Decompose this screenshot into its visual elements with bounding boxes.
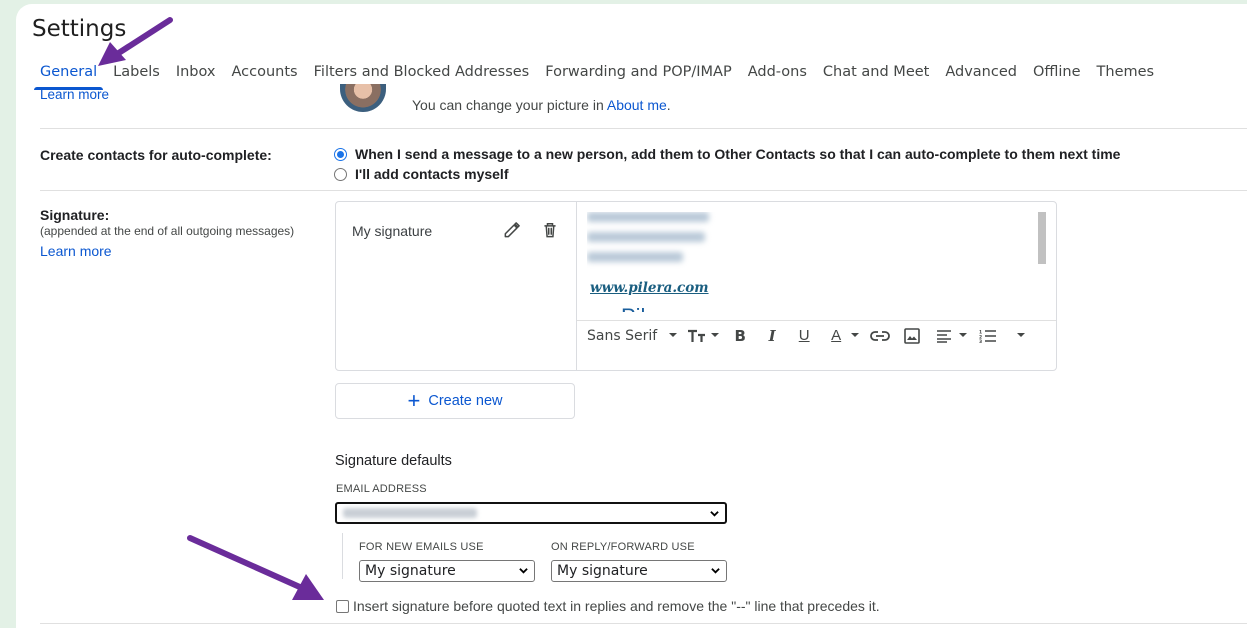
chevron-down-icon[interactable] <box>711 332 720 337</box>
insert-before-quoted-checkbox[interactable] <box>336 599 349 613</box>
signature-logo: Pilera <box>591 304 677 312</box>
link-icon[interactable] <box>869 325 891 347</box>
autocomplete-option-manual-label: I'll add contacts myself <box>355 166 509 182</box>
signature-learn-more-link[interactable]: Learn more <box>40 243 112 259</box>
insert-before-quoted-label: Insert signature before quoted text in r… <box>353 598 880 614</box>
create-new-signature-button[interactable]: + Create new <box>335 383 575 419</box>
tab-offline[interactable]: Offline <box>1033 60 1081 90</box>
new-emails-label: FOR NEW EMAILS USE <box>359 541 484 553</box>
tab-labels[interactable]: Labels <box>113 60 160 90</box>
blurred-company <box>587 232 705 242</box>
reply-forward-signature-value: My signature <box>557 563 648 579</box>
font-family-select[interactable]: Sans Serif <box>587 328 657 344</box>
signature-website-link[interactable]: www.pilera.com <box>590 280 709 296</box>
signature-editor-box: My signature www.pilera.com Sans Serif B… <box>335 201 1057 371</box>
change-picture-label: You can change your picture in <box>412 97 607 113</box>
change-picture-period: . <box>666 97 671 113</box>
signature-defaults-title: Signature defaults <box>335 453 452 469</box>
logo-text: Pilera <box>621 304 677 312</box>
insert-before-quoted-option[interactable]: Insert signature before quoted text in r… <box>336 598 880 614</box>
blurred-name <box>587 212 709 222</box>
signature-editor[interactable]: www.pilera.com Pilera Sans Serif <box>577 202 1056 370</box>
radio-auto-complete[interactable] <box>334 147 347 161</box>
create-new-label: Create new <box>428 393 503 409</box>
image-icon[interactable] <box>901 325 923 347</box>
settings-content: Learn more You can change your picture i… <box>16 84 1247 628</box>
change-picture-text: You can change your picture in About me. <box>412 97 671 113</box>
autocomplete-label: Create contacts for auto-complete: <box>40 147 272 163</box>
divider <box>40 190 1247 191</box>
editor-scrollbar[interactable] <box>1038 212 1046 264</box>
settings-panel: Settings General Labels Inbox Accounts F… <box>16 4 1247 628</box>
about-me-link[interactable]: About me <box>607 97 667 113</box>
autocomplete-option-auto-label: When I send a message to a new person, a… <box>355 146 1121 162</box>
new-emails-signature-value: My signature <box>365 563 456 579</box>
reply-forward-signature-select[interactable]: My signature <box>551 560 727 582</box>
signature-list: My signature <box>336 202 577 370</box>
svg-text:3: 3 <box>979 339 982 343</box>
bold-icon[interactable]: B <box>729 325 751 347</box>
text-size-icon[interactable] <box>687 325 707 347</box>
avatar[interactable] <box>340 84 386 112</box>
pencil-icon[interactable] <box>502 220 522 240</box>
chevron-down-icon <box>710 511 719 517</box>
numbered-list-icon[interactable]: 123 <box>977 325 999 347</box>
plus-icon: + <box>407 388 421 413</box>
chevron-down-icon <box>711 568 720 574</box>
pilera-logo-icon <box>591 306 617 312</box>
autocomplete-option-manual[interactable]: I'll add contacts myself <box>334 166 509 182</box>
formatting-toolbar: Sans Serif B I U A 1 2 3 <box>577 320 1056 350</box>
signature-content[interactable]: www.pilera.com Pilera <box>587 212 1037 312</box>
text-color-icon[interactable]: A <box>825 325 847 347</box>
signature-item-name[interactable]: My signature <box>352 223 432 239</box>
settings-tabs: General Labels Inbox Accounts Filters an… <box>16 60 1247 90</box>
signature-label: Signature: <box>40 207 110 223</box>
chevron-down-icon[interactable] <box>959 332 968 337</box>
signature-sublabel: (appended at the end of all outgoing mes… <box>40 224 295 238</box>
new-emails-signature-select[interactable]: My signature <box>359 560 535 582</box>
chevron-down-icon[interactable] <box>851 332 860 337</box>
divider <box>40 128 1247 129</box>
chevron-down-icon <box>519 568 528 574</box>
tab-advanced[interactable]: Advanced <box>945 60 1017 90</box>
chevron-down-icon[interactable] <box>669 332 678 337</box>
tab-inbox[interactable]: Inbox <box>176 60 216 90</box>
tab-themes[interactable]: Themes <box>1097 60 1155 90</box>
tab-chat-meet[interactable]: Chat and Meet <box>823 60 929 90</box>
email-address-label: EMAIL ADDRESS <box>336 483 427 495</box>
trash-icon[interactable] <box>540 220 560 240</box>
divider <box>40 623 1247 624</box>
blurred-email <box>343 508 477 518</box>
align-icon[interactable] <box>933 325 955 347</box>
tab-accounts[interactable]: Accounts <box>232 60 298 90</box>
reply-forward-label: ON REPLY/FORWARD USE <box>551 541 695 553</box>
picture-learn-more-link[interactable]: Learn more <box>40 87 109 102</box>
tab-forwarding[interactable]: Forwarding and POP/IMAP <box>545 60 731 90</box>
page-title: Settings <box>32 16 127 42</box>
divider <box>342 533 343 579</box>
autocomplete-option-auto[interactable]: When I send a message to a new person, a… <box>334 146 1120 162</box>
blurred-phone <box>587 252 683 262</box>
tab-addons[interactable]: Add-ons <box>748 60 807 90</box>
more-formatting-chevron-icon[interactable] <box>1017 332 1026 337</box>
italic-icon[interactable]: I <box>761 325 783 347</box>
tab-general[interactable]: General <box>33 60 104 90</box>
underline-icon[interactable]: U <box>793 325 815 347</box>
email-address-select[interactable] <box>335 502 727 524</box>
radio-manual-contacts[interactable] <box>334 167 347 181</box>
